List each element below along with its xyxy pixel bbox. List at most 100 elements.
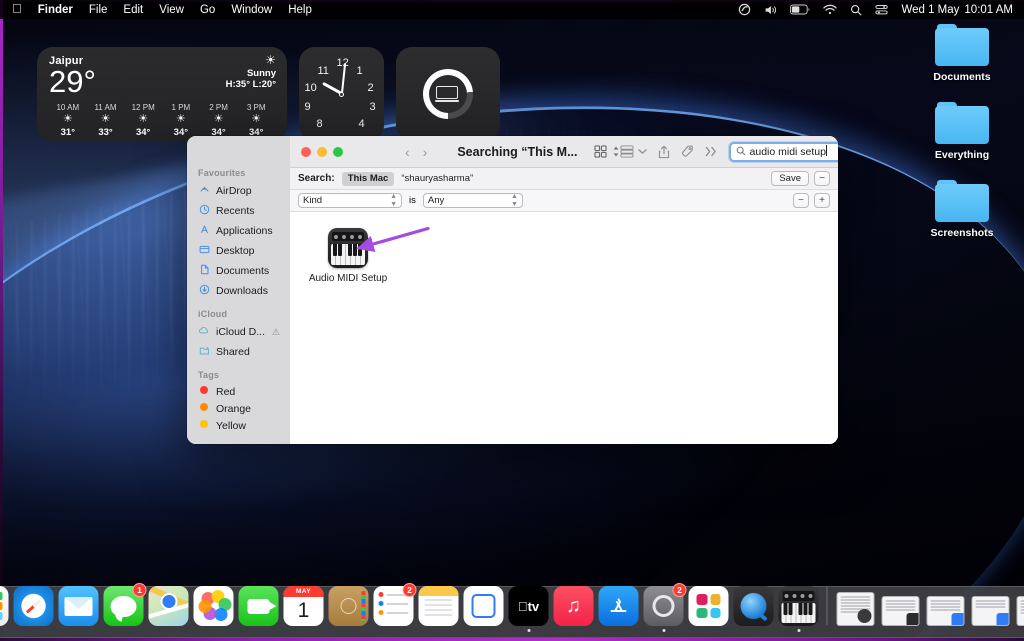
dock-item-launchpad[interactable] <box>0 586 9 632</box>
forward-button[interactable]: › <box>423 144 428 160</box>
dock-item-photos[interactable] <box>193 586 234 632</box>
sidebar-item-applications[interactable]: Applications <box>187 221 290 241</box>
desktop-icon-label: Documents <box>933 71 991 83</box>
weather-hour-temp: 33° <box>98 127 113 138</box>
minimize-button[interactable] <box>317 147 327 157</box>
minimized-window-4[interactable] <box>971 596 1011 632</box>
photos-icon <box>193 586 234 626</box>
weather-widget[interactable]: Jaipur 29° ☀ Sunny H:35° L:20° 10 AM ☀ 3… <box>37 47 287 141</box>
zoom-button[interactable] <box>333 147 343 157</box>
menu-item-edit[interactable]: Edit <box>123 4 143 16</box>
group-by-icon[interactable] <box>620 145 634 158</box>
scope-this-mac-button[interactable]: This Mac <box>341 171 395 186</box>
clock-number-8: 8 <box>316 118 323 130</box>
weather-hour-item: 12 PM ☀ 34° <box>124 103 162 138</box>
dock-item-mail[interactable] <box>58 586 99 632</box>
weather-hour-temp: 31° <box>60 127 76 138</box>
save-search-button[interactable]: Save <box>771 171 809 186</box>
sidebar-item-recents[interactable]: Recents <box>187 201 290 221</box>
icloud-drive-icon <box>198 325 210 340</box>
sidebar-item-airdrop[interactable]: AirDrop <box>187 181 290 201</box>
dock-item-apple-tv[interactable]: tv <box>508 586 549 632</box>
close-button[interactable] <box>301 147 311 157</box>
chevron-down-icon[interactable] <box>637 148 647 155</box>
dock-item-facetime[interactable] <box>238 586 279 632</box>
add-filter-button[interactable]: + <box>814 193 830 208</box>
running-indicator <box>527 629 530 632</box>
clock-widget[interactable]: 12 1 2 3 4 8 9 10 11 <box>299 47 384 141</box>
badge-count: 2 <box>402 583 417 597</box>
sidebar-item-tag-red[interactable]: Red <box>187 383 290 400</box>
sidebar-item-tag-yellow[interactable]: Yellow <box>187 417 290 434</box>
dock-item-reminders[interactable]: 2 <box>373 583 417 632</box>
tag-red-icon <box>198 385 210 398</box>
dock-item-messages[interactable]: 1 <box>103 583 147 632</box>
result-item-audio-midi-setup[interactable]: Audio MIDI Setup <box>304 228 392 285</box>
share-icon[interactable] <box>658 145 670 159</box>
wifi-icon[interactable] <box>823 4 838 15</box>
minimized-window-5[interactable] <box>1016 596 1024 632</box>
view-options-stepper[interactable] <box>612 145 620 158</box>
apple-menu-icon[interactable]:  <box>12 2 22 15</box>
menu-bar-clock[interactable]: Wed 1 May 10:01 AM <box>901 4 1013 16</box>
menu-item-view[interactable]: View <box>159 4 184 16</box>
dock-item-maps[interactable] <box>148 586 189 632</box>
filter-attribute-select[interactable]: Kind ▲ ▼ <box>298 193 402 208</box>
dock-item-app-store[interactable] <box>598 586 639 632</box>
dock-item-music[interactable]: ♫ <box>553 586 594 632</box>
sidebar-item-label: Desktop <box>216 245 255 257</box>
dock-item-freeform[interactable] <box>463 586 504 632</box>
dock-item-slack[interactable] <box>688 586 729 632</box>
volume-icon[interactable] <box>764 4 777 16</box>
sidebar-item-shared[interactable]: Shared <box>187 342 290 362</box>
sidebar-item-downloads[interactable]: Downloads <box>187 281 290 301</box>
menu-item-help[interactable]: Help <box>288 4 312 16</box>
freeform-icon <box>463 586 504 626</box>
recents-clock-icon <box>198 204 210 219</box>
remove-search-criteria-button[interactable]: − <box>814 171 830 186</box>
desktop-icon-screenshots[interactable]: Screenshots <box>914 180 1010 240</box>
desktop-icon-everything[interactable]: Everything <box>914 102 1010 162</box>
menu-item-window[interactable]: Window <box>231 4 272 16</box>
sidebar-item-documents[interactable]: Documents <box>187 261 290 281</box>
dock-item-quicktime-player[interactable] <box>733 586 774 632</box>
menu-item-file[interactable]: File <box>89 4 108 16</box>
battery-widget[interactable] <box>396 47 500 141</box>
window-thumbnail <box>881 596 920 626</box>
search-results-area[interactable]: Audio MIDI Setup <box>290 212 838 444</box>
menu-item-go[interactable]: Go <box>200 4 215 16</box>
filter-value-select[interactable]: Any ▲ ▼ <box>422 193 523 208</box>
spotlight-search-icon[interactable] <box>850 4 862 16</box>
dock-item-audio-midi-setup[interactable] <box>778 586 819 632</box>
back-button[interactable]: ‹ <box>405 144 410 160</box>
search-input[interactable]: audio midi setup ✕ <box>728 141 838 162</box>
scope-user-button[interactable]: “shauryasharma” <box>401 173 473 184</box>
minimized-window-2[interactable] <box>881 596 921 632</box>
dock-item-system-settings[interactable]: 2 <box>643 583 687 632</box>
minimized-window-1[interactable] <box>836 592 876 632</box>
result-item-label: Audio MIDI Setup <box>308 273 388 284</box>
window-thumbnail <box>926 596 965 626</box>
remove-filter-button[interactable]: − <box>793 193 809 208</box>
dock-item-safari[interactable] <box>13 586 54 632</box>
dock-item-calendar[interactable]: MAY 1 <box>283 586 324 632</box>
desktop-icon <box>198 244 210 259</box>
clock-number-2: 2 <box>367 82 374 94</box>
icon-view-icon[interactable] <box>593 145 607 158</box>
tag-icon[interactable] <box>681 145 694 158</box>
minimized-window-3[interactable] <box>926 596 966 632</box>
menu-item-finder[interactable]: Finder <box>38 4 73 16</box>
finder-sidebar[interactable]: Favourites AirDrop Recents Applications … <box>187 136 290 444</box>
sidebar-item-desktop[interactable]: Desktop <box>187 241 290 261</box>
dock-item-notes[interactable] <box>418 586 459 632</box>
creative-cloud-icon[interactable] <box>738 3 751 16</box>
dock-item-contacts[interactable] <box>328 586 369 632</box>
more-toolbar-items-icon[interactable] <box>705 146 718 157</box>
sidebar-item-icloud-drive[interactable]: iCloud D... ⚠ <box>187 322 290 342</box>
battery-icon[interactable] <box>790 4 810 15</box>
notes-icon <box>418 586 459 626</box>
finder-window[interactable]: Favourites AirDrop Recents Applications … <box>187 136 838 444</box>
desktop-icon-documents[interactable]: Documents <box>914 24 1010 84</box>
sidebar-item-tag-orange[interactable]: Orange <box>187 400 290 417</box>
control-center-icon[interactable] <box>875 4 889 16</box>
